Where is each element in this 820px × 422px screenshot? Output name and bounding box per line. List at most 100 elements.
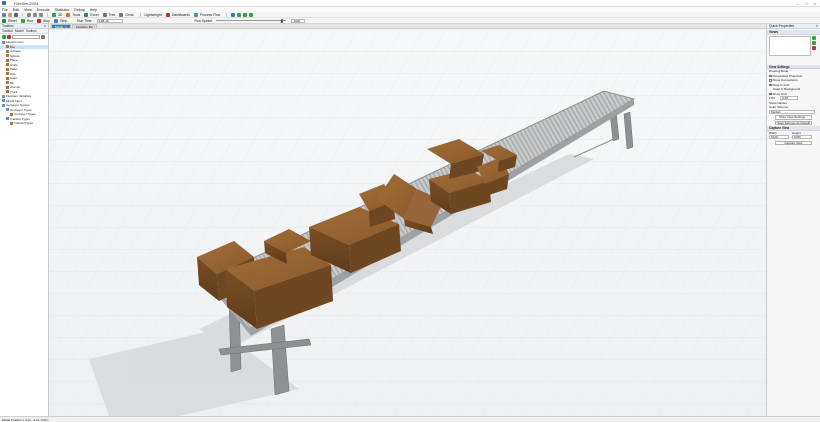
menu-view[interactable]: View: [24, 8, 32, 12]
connections-checkbox[interactable]: [769, 79, 772, 82]
snap-grid-checkbox[interactable]: [769, 83, 772, 86]
search-input[interactable]: [12, 34, 40, 39]
run-time-label: Run Time:: [77, 18, 93, 23]
run-time-value: 3.88:15: [96, 18, 123, 23]
close-icon[interactable]: ×: [44, 24, 46, 28]
toolbox-title: Toolbox: [2, 24, 14, 28]
remove-view-icon[interactable]: [812, 45, 816, 50]
tree-item-label: TransferTypes: [14, 121, 34, 126]
tree-icon[interactable]: [102, 12, 107, 17]
tree-item-label: Conveyor System: [6, 103, 30, 108]
3d-view-button[interactable]: 3D: [58, 13, 62, 17]
folder-icon: [2, 103, 5, 107]
tools-button[interactable]: Tools: [72, 13, 80, 17]
run-speed-thumb[interactable]: [281, 18, 284, 23]
tree-item-label: Plane: [10, 58, 18, 63]
tree-item[interactable]: TransferTypes: [0, 121, 48, 126]
new-icon[interactable]: [2, 12, 6, 17]
tree-item-label: Transfer Types: [10, 116, 30, 121]
run-button[interactable]: Run: [27, 19, 33, 23]
item-icon: [6, 117, 9, 121]
item-icon: [6, 58, 9, 62]
dashboards-icon[interactable]: [165, 12, 170, 17]
menu-statistics[interactable]: Statistics: [55, 8, 69, 12]
step-button[interactable]: Step: [60, 19, 67, 23]
3d-view-icon[interactable]: [52, 12, 56, 17]
tree-item-label: Model Floor: [6, 98, 22, 103]
tree-item-label: Conveyor Types: [10, 107, 32, 112]
stop-button[interactable]: Stop: [43, 19, 50, 23]
views-box-row: [767, 35, 820, 57]
tree-item-label: Circle: [10, 62, 18, 67]
tree-item-label: Box: [10, 44, 16, 49]
item-icon: [6, 72, 9, 76]
close-icon[interactable]: ×: [65, 25, 67, 29]
quick-properties-header: Quick Properties ×: [767, 24, 820, 29]
add-icon[interactable]: [2, 34, 6, 39]
play-mode-icon[interactable]: [237, 12, 242, 17]
capture-view-button[interactable]: Capture View: [775, 140, 812, 145]
item-icon: [6, 81, 9, 85]
tab-toolbox-2[interactable]: Toolbox: [26, 29, 37, 33]
view-icon[interactable]: [231, 12, 236, 17]
tab-model-label: Model: [55, 25, 64, 29]
perspective-checkbox[interactable]: [769, 74, 772, 77]
excel-icon[interactable]: [84, 12, 89, 17]
process-flow-button[interactable]: Process Flow: [200, 13, 220, 17]
menu-execute[interactable]: Execute: [37, 8, 50, 12]
color-scheme-select[interactable]: Modern: [769, 109, 815, 114]
tree-item-label: Cylinder: [10, 49, 22, 54]
menu-file[interactable]: File: [2, 8, 8, 12]
run-speed-slider[interactable]: [216, 18, 287, 23]
views-list[interactable]: [769, 35, 811, 56]
more-view-settings-button[interactable]: More View Settings...: [775, 115, 812, 120]
stop-icon[interactable]: [37, 18, 42, 23]
add-view-icon[interactable]: [812, 35, 816, 40]
excel-button[interactable]: Excel: [90, 13, 98, 17]
global-icon[interactable]: [249, 12, 254, 17]
grids-icon[interactable]: [119, 12, 124, 17]
reset-icon[interactable]: [2, 18, 6, 23]
select-icon[interactable]: [39, 12, 43, 17]
grids-button[interactable]: Grids: [125, 13, 133, 17]
open-icon[interactable]: [8, 12, 12, 17]
run-icon[interactable]: [20, 18, 25, 23]
width-input[interactable]: 1920: [769, 135, 789, 140]
tab-toolbox[interactable]: Toolbox: [2, 29, 13, 33]
connect-icon[interactable]: [243, 12, 248, 17]
close-icon[interactable]: ×: [814, 1, 816, 6]
reset-button[interactable]: Reset: [8, 19, 17, 23]
undo-icon[interactable]: [27, 12, 31, 17]
tab-flowitem-bin[interactable]: Flowitem Bin: [71, 24, 98, 29]
remove-icon[interactable]: [7, 34, 11, 39]
lightweight-button[interactable]: Lightweight: [145, 13, 162, 17]
run-speed-value[interactable]: 1000: [291, 18, 306, 23]
menu-debug[interactable]: Debug: [74, 8, 85, 12]
save-default-button[interactable]: Save Settings as Default: [775, 120, 812, 125]
search-icon[interactable]: [41, 34, 45, 39]
tab-model[interactable]: Model: [15, 29, 24, 33]
menu-edit[interactable]: Edit: [13, 8, 19, 12]
close-icon[interactable]: ×: [816, 24, 818, 28]
quick-properties-title: Quick Properties: [769, 24, 795, 28]
tab-flowitem-bin-label: Flowitem Bin: [75, 25, 94, 29]
tools-icon[interactable]: [66, 12, 71, 17]
scene-canvas[interactable]: [49, 29, 766, 416]
tab-model-view[interactable]: Model ×: [51, 24, 71, 29]
tree-item-label: Truck: [10, 89, 18, 94]
quick-properties-panel: Quick Properties × Views View Settings D…: [766, 24, 820, 416]
tree-button[interactable]: Tree: [109, 13, 116, 17]
tree-item-label: Conveyor Types: [14, 112, 36, 117]
minimize-icon[interactable]: –: [797, 1, 799, 6]
redo-icon[interactable]: [33, 12, 37, 17]
apply-view-icon[interactable]: [812, 40, 816, 45]
step-icon[interactable]: [54, 18, 59, 23]
show-grid-checkbox[interactable]: [769, 92, 772, 95]
process-flow-icon[interactable]: [193, 12, 198, 17]
maximize-icon[interactable]: □: [805, 1, 807, 6]
save-icon[interactable]: [14, 12, 18, 17]
dashboards-button[interactable]: Dashboards: [172, 13, 190, 17]
menu-help[interactable]: Help: [90, 8, 97, 12]
height-input[interactable]: 1080: [792, 135, 812, 140]
3d-viewport[interactable]: [49, 29, 766, 416]
